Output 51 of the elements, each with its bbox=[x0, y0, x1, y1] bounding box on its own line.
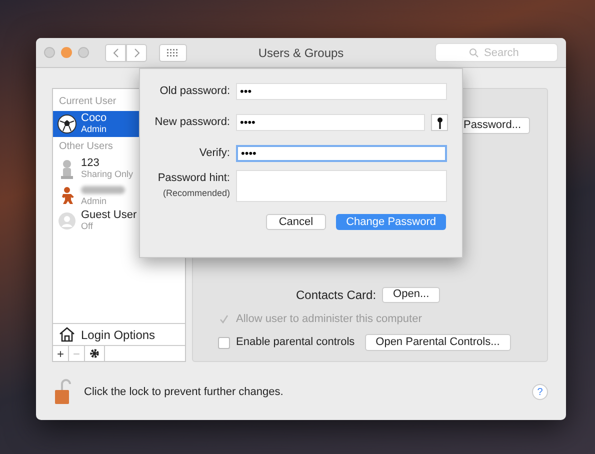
user-name: Guest User bbox=[81, 210, 137, 221]
checkbox-label: Enable parental controls bbox=[236, 335, 355, 350]
user-role: Admin bbox=[81, 124, 107, 135]
open-contacts-button[interactable]: Open... bbox=[382, 286, 440, 302]
unlocked-padlock-icon bbox=[54, 379, 72, 405]
minimize-button[interactable] bbox=[61, 47, 72, 58]
field-label: Verify: bbox=[199, 146, 230, 162]
field-label: Old password: bbox=[160, 84, 230, 100]
person-icon bbox=[60, 159, 74, 179]
password-field[interactable]: •••• bbox=[236, 145, 447, 162]
close-button[interactable] bbox=[44, 47, 55, 58]
chevron-right-icon bbox=[134, 48, 140, 58]
password-assistant-button[interactable] bbox=[431, 114, 448, 131]
back-button[interactable] bbox=[105, 44, 126, 62]
zoom-button[interactable] bbox=[78, 47, 89, 58]
checkbox-label: Allow user to administer this computer bbox=[236, 312, 422, 326]
hint-field[interactable] bbox=[236, 170, 447, 202]
user-role: Sharing Only bbox=[81, 169, 134, 180]
forward-button[interactable] bbox=[126, 44, 147, 62]
contacts-card-label: Contacts Card: bbox=[296, 286, 376, 304]
open-parental-controls-button[interactable]: Open Parental Controls... bbox=[364, 334, 511, 351]
search-icon bbox=[469, 48, 479, 58]
window-title: Users & Groups bbox=[257, 44, 345, 62]
user-role: Off bbox=[81, 221, 94, 232]
field-label: Password hint: bbox=[158, 171, 230, 186]
checkbox[interactable] bbox=[218, 336, 230, 348]
section-header: Current User bbox=[58, 95, 118, 109]
chevron-left-icon bbox=[112, 48, 118, 58]
soccer-ball-icon bbox=[57, 114, 77, 134]
user-role: Admin bbox=[81, 196, 108, 206]
guest-avatar-icon bbox=[58, 212, 76, 230]
key-icon bbox=[436, 116, 442, 128]
search-field[interactable]: Search bbox=[435, 43, 558, 62]
login-options-item[interactable]: Login Options bbox=[53, 323, 185, 345]
gear-icon bbox=[89, 348, 100, 359]
add-button[interactable]: + bbox=[53, 346, 69, 361]
blurred-name bbox=[81, 186, 125, 194]
password-field[interactable]: ••• bbox=[236, 83, 447, 100]
help-button[interactable]: ? bbox=[532, 384, 548, 400]
grid-icon bbox=[167, 48, 179, 56]
show-all-button[interactable] bbox=[159, 44, 187, 62]
user-name: Coco bbox=[81, 113, 107, 124]
section-header: Other Users bbox=[58, 140, 114, 154]
password-field[interactable]: •••• bbox=[236, 114, 425, 131]
field-sublabel: (Recommended) bbox=[162, 186, 230, 200]
user-name: 123 bbox=[81, 158, 100, 169]
cancel-button[interactable]: Cancel bbox=[266, 214, 326, 230]
gingerbread-figure-icon bbox=[60, 186, 74, 204]
lock-message: Click the lock to prevent further changes. bbox=[84, 384, 284, 400]
house-icon bbox=[59, 327, 75, 342]
checkmark-icon bbox=[219, 314, 229, 324]
